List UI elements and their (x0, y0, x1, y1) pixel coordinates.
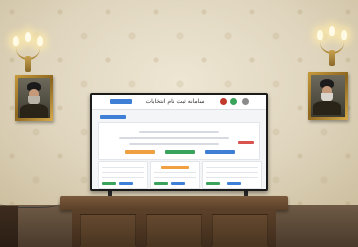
desk-panel (146, 214, 202, 247)
confirm-button[interactable] (165, 150, 195, 154)
card-button[interactable] (102, 182, 116, 185)
card-button[interactable] (206, 182, 220, 185)
form-line (119, 137, 229, 139)
lamp-bulb (317, 30, 323, 40)
desk-top (60, 196, 288, 210)
alert-tag (238, 141, 254, 144)
form-card (98, 122, 260, 160)
info-card (202, 161, 262, 189)
table-line (206, 177, 258, 178)
portrait-left (18, 78, 50, 118)
lamp-bulb (341, 30, 347, 40)
wall-sconce-left (10, 32, 46, 74)
table-line (206, 172, 258, 173)
desk-panel (80, 214, 136, 247)
cancel-button[interactable] (125, 150, 155, 154)
lamp-bulb (25, 32, 31, 42)
emblem-icon (220, 98, 227, 105)
login-button[interactable] (110, 99, 132, 104)
table-line (154, 177, 196, 178)
highlight-bar (161, 166, 189, 169)
submit-button[interactable] (205, 150, 235, 154)
side-table (0, 206, 18, 247)
seal-icon (242, 98, 249, 105)
form-line (139, 131, 219, 133)
desk-panel (212, 214, 268, 247)
table-line (102, 172, 144, 173)
portrait-frame-right (308, 72, 348, 120)
lamp-bulb (329, 26, 335, 36)
wall-sconce-right (314, 26, 350, 68)
sconce-base (329, 50, 335, 66)
side-tag (100, 115, 126, 119)
website-title: ﺳﺎﻣﺎﻧﻪ ﺛﺒﺖ ﻧﺎﻡ ﺍﻧﺘﺨﺎﺑﺎﺕ (145, 98, 205, 105)
website-header: ﺳﺎﻣﺎﻧﻪ ﺛﺒﺖ ﻧﺎﻡ ﺍﻧﺘﺨﺎﺑﺎﺕ (92, 95, 266, 110)
lamp-bulb (37, 36, 43, 46)
form-line (129, 143, 219, 145)
table-line (102, 167, 144, 168)
portrait-right (311, 75, 345, 117)
card-button[interactable] (227, 182, 241, 185)
table-line (154, 172, 196, 173)
card-button[interactable] (154, 182, 168, 185)
card-button[interactable] (171, 182, 185, 185)
television: ﺳﺎﻣﺎﻧﻪ ﺛﺒﺖ ﻧﺎﻡ ﺍﻧﺘﺨﺎﺑﺎﺕ (90, 93, 268, 191)
info-card (150, 161, 200, 189)
flag-icon (230, 98, 237, 105)
tv-screen: ﺳﺎﻣﺎﻧﻪ ﺛﺒﺖ ﻧﺎﻡ ﺍﻧﺘﺨﺎﺑﺎﺕ (92, 95, 266, 189)
portrait-frame-left (15, 75, 53, 121)
table-line (206, 167, 258, 168)
table-line (102, 177, 144, 178)
sconce-base (25, 56, 31, 72)
card-button[interactable] (119, 182, 133, 185)
lamp-bulb (13, 36, 19, 46)
info-card (98, 161, 148, 189)
